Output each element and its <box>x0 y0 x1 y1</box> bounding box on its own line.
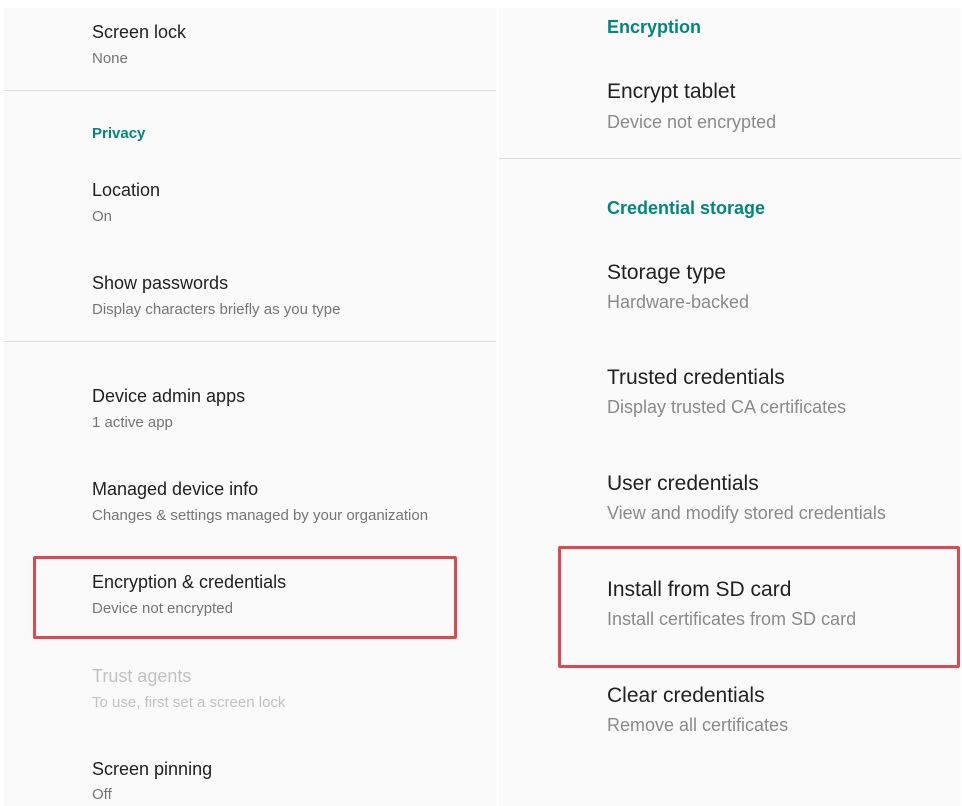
encryption-credentials-panel: Encryption Encrypt tablet Device not enc… <box>499 8 961 806</box>
storage-type-item: Storage type Hardware-backed <box>499 248 961 333</box>
encryption-credentials-item[interactable]: Encryption & credentials Device not encr… <box>4 561 496 636</box>
item-title: Show passwords <box>92 273 229 293</box>
trust-agents-item: Trust agents To use, first set a screen … <box>4 654 496 729</box>
item-summary: Off <box>92 786 112 803</box>
item-summary: View and modify stored credentials <box>607 503 886 523</box>
item-summary: Changes & settings managed by your organ… <box>92 507 429 524</box>
divider <box>499 158 961 159</box>
location-item[interactable]: Location On <box>4 168 496 243</box>
item-summary: None <box>92 50 128 67</box>
item-title: Install from SD card <box>607 578 792 601</box>
item-title: User credentials <box>607 472 759 495</box>
encryption-category-header: Encryption <box>607 17 702 37</box>
show-passwords-item[interactable]: Show passwords Display characters briefl… <box>4 260 496 335</box>
item-title: Encryption & credentials <box>92 572 287 592</box>
trusted-credentials-item[interactable]: Trusted credentials Display trusted CA c… <box>499 354 961 439</box>
item-title: Storage type <box>607 261 727 284</box>
clear-credentials-item[interactable]: Clear credentials Remove all certificate… <box>499 672 961 757</box>
item-summary: On <box>92 208 113 225</box>
item-summary: Hardware-backed <box>607 292 750 312</box>
item-title: Managed device info <box>92 479 259 499</box>
item-summary: Remove all certificates <box>607 715 789 735</box>
item-summary: Device not encrypted <box>92 600 233 617</box>
item-summary: Display characters briefly as you type <box>92 301 341 318</box>
item-title: Screen pinning <box>92 759 213 779</box>
managed-device-info-item[interactable]: Managed device info Changes & settings m… <box>4 467 496 542</box>
item-summary: To use, first set a screen lock <box>92 694 286 711</box>
item-title: Location <box>92 180 161 200</box>
item-summary: Device not encrypted <box>607 112 777 132</box>
divider <box>4 341 496 342</box>
screen-lock-item[interactable]: Screen lock None <box>4 8 496 88</box>
credential-storage-category-header: Credential storage <box>607 198 766 218</box>
install-from-sd-card-item[interactable]: Install from SD card Install certificate… <box>499 566 961 651</box>
item-title: Trusted credentials <box>607 366 785 389</box>
device-admin-apps-item[interactable]: Device admin apps 1 active app <box>4 374 496 449</box>
item-title: Clear credentials <box>607 684 765 707</box>
screen-pinning-item[interactable]: Screen pinning Off <box>4 747 496 806</box>
item-summary: 1 active app <box>92 414 173 431</box>
item-summary: Display trusted CA certificates <box>607 397 847 417</box>
encrypt-tablet-item[interactable]: Encrypt tablet Device not encrypted <box>499 66 961 156</box>
privacy-category-header: Privacy <box>92 125 146 142</box>
item-title: Screen lock <box>92 22 187 42</box>
item-title: Trust agents <box>92 666 192 686</box>
item-title: Encrypt tablet <box>607 80 736 103</box>
security-settings-panel: Screen lock None Privacy Location On Sho… <box>4 8 496 806</box>
item-summary: Install certificates from SD card <box>607 609 857 629</box>
divider <box>4 90 496 91</box>
user-credentials-item[interactable]: User credentials View and modify stored … <box>499 460 961 545</box>
item-title: Device admin apps <box>92 386 246 406</box>
